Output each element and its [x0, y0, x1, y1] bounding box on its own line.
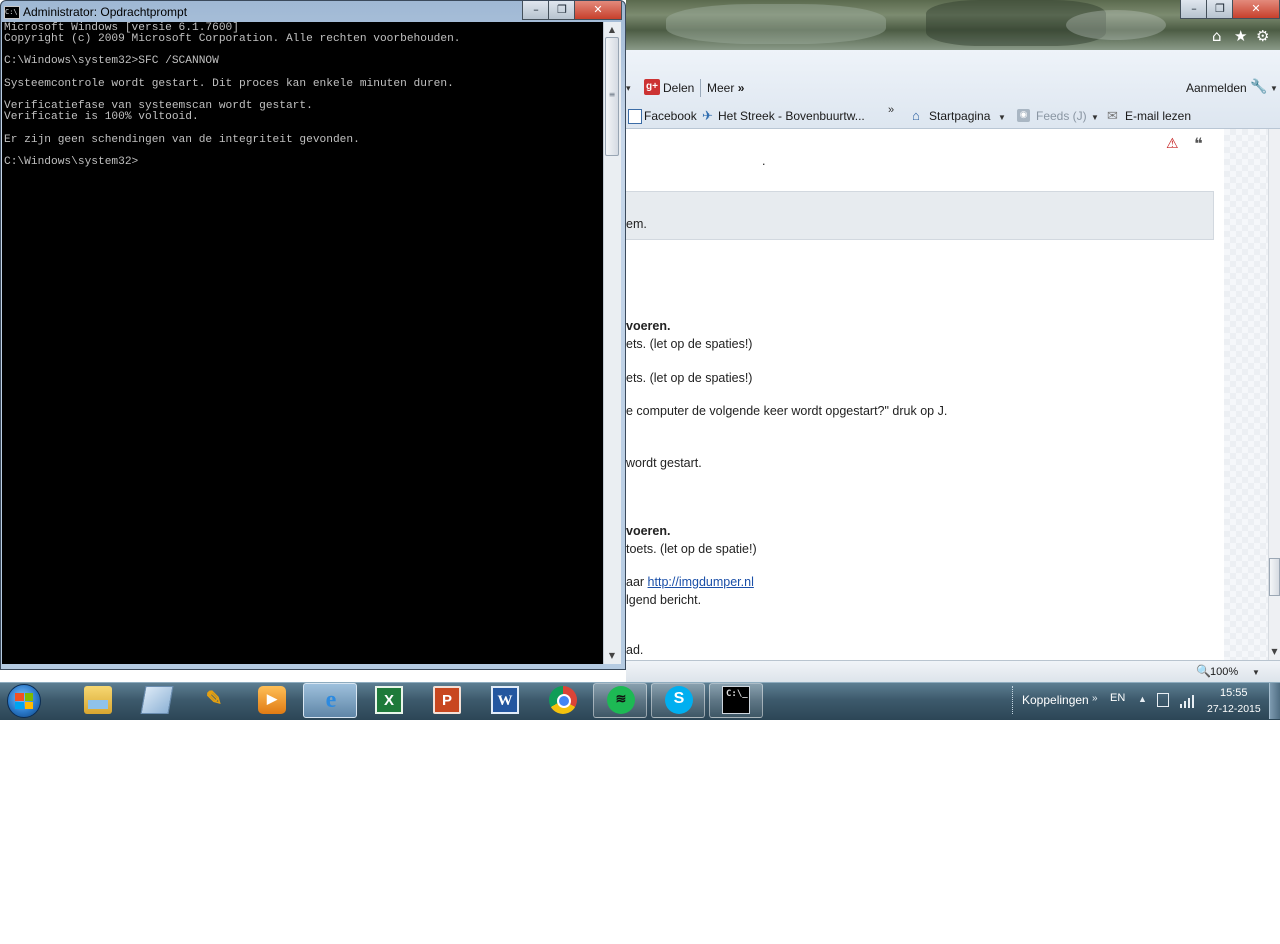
chevron-down-icon[interactable]: ▼: [1270, 81, 1278, 97]
chevron-down-icon[interactable]: ▼: [998, 110, 1006, 126]
web-slice-icon: ✈: [702, 108, 713, 123]
command-prompt-icon[interactable]: C:\: [4, 6, 20, 19]
mail-icon: ✉: [1107, 108, 1118, 123]
instruction-line: wordt gestart.: [626, 456, 702, 470]
word-icon[interactable]: W: [491, 686, 519, 714]
chrome-icon[interactable]: [549, 686, 577, 714]
chevron-down-icon[interactable]: ▼: [1252, 665, 1260, 681]
console-line: Verificatie is 100% voltooid.: [4, 111, 199, 123]
instruction-heading: voeren.: [626, 319, 671, 333]
browser-titlebar: – ❐ ✕ ⌂ ★ ⚙: [626, 0, 1280, 50]
toolbar-divider: [700, 79, 701, 97]
browser-maximize-button[interactable]: ❐: [1206, 0, 1234, 19]
browser-scroll-thumb[interactable]: [1269, 558, 1280, 596]
double-chevron-right-icon: »: [737, 81, 745, 95]
instruction-line: e computer de volgende keer wordt opgest…: [626, 404, 948, 418]
console-line: Systeemcontrole wordt gestart. Dit proce…: [4, 78, 454, 90]
instruction-line: ets. (let op de spaties!): [626, 337, 753, 351]
minimize-button[interactable]: –: [522, 1, 550, 20]
imgdumper-link[interactable]: http://imgdumper.nl: [648, 575, 754, 589]
browser-toolbar: ▾ g+ Delen Meer » Aanmelden 🔧 ▼ Facebook…: [626, 50, 1280, 129]
window-title: Administrator: Opdrachtprompt: [23, 5, 188, 19]
command-prompt-icon[interactable]: C:\_: [722, 686, 750, 714]
browser-minimize-button[interactable]: –: [1180, 0, 1208, 19]
more-button[interactable]: Meer »: [707, 80, 744, 96]
info-box-text: em.: [626, 217, 647, 231]
close-button[interactable]: ✕: [574, 1, 622, 20]
console-output[interactable]: Microsoft Windows [versie 6.1.7600] Copy…: [2, 22, 603, 664]
zoom-level[interactable]: 100%: [1210, 664, 1238, 680]
toolbar-chevron-icon[interactable]: »: [1092, 693, 1098, 704]
feeds-button[interactable]: Feeds (J): [1036, 108, 1087, 124]
sticky-notes-icon[interactable]: [140, 686, 174, 714]
paint-icon[interactable]: ✎: [200, 686, 228, 714]
instruction-heading: voeren.: [626, 524, 671, 538]
favorite-het-streek[interactable]: Het Streek - Bovenbuurtw...: [718, 108, 865, 124]
page-icon: [628, 109, 642, 124]
instruction-line: toets. (let op de spatie!): [626, 542, 757, 556]
power-plug-icon[interactable]: [1157, 693, 1169, 707]
browser-status-bar: [626, 660, 1280, 682]
link-prefix: aar: [626, 575, 648, 589]
scroll-grip-icon: ≡: [608, 90, 616, 99]
share-icon: g+: [644, 79, 660, 95]
show-desktop-button[interactable]: [1269, 683, 1280, 719]
maximize-button[interactable]: ❐: [548, 1, 576, 20]
home-icon[interactable]: ⌂: [1212, 28, 1222, 44]
scroll-down-arrow-icon[interactable]: ▼: [1269, 647, 1280, 659]
internet-explorer-icon[interactable]: e: [317, 686, 345, 714]
network-signal-icon[interactable]: [1180, 694, 1196, 708]
report-warning-icon[interactable]: ⚠: [1166, 136, 1179, 152]
page-content: ⚠ ❝ . em. voeren. ets. (let op de spatie…: [626, 129, 1224, 660]
clock-date[interactable]: 27-12-2015: [1207, 703, 1261, 715]
favorite-facebook[interactable]: Facebook: [644, 108, 697, 124]
instruction-line: lgend bericht.: [626, 593, 702, 607]
folder-icon[interactable]: [84, 686, 112, 714]
rss-feed-icon: ◉: [1017, 109, 1030, 122]
console-line: Copyright (c) 2009 Microsoft Corporation…: [4, 33, 461, 45]
wrench-icon[interactable]: 🔧: [1250, 78, 1267, 94]
media-player-icon[interactable]: ▶: [258, 686, 286, 714]
quote-icon[interactable]: ❝: [1194, 134, 1203, 153]
powerpoint-icon[interactable]: P: [433, 686, 461, 714]
instruction-line: ad.: [626, 643, 644, 657]
links-toolbar[interactable]: Koppelingen: [1022, 693, 1089, 707]
favorites-star-icon[interactable]: ★: [1234, 28, 1247, 44]
page-side-rail: [1224, 129, 1268, 660]
instruction-line: ets. (let op de spaties!): [626, 371, 753, 385]
windows-logo-icon: [15, 693, 33, 709]
chevron-down-icon[interactable]: ▼: [1091, 110, 1099, 126]
more-label: Meer: [707, 81, 735, 95]
scroll-down-arrow-icon[interactable]: ▼: [604, 649, 620, 663]
excel-icon[interactable]: X: [375, 686, 403, 714]
skype-icon[interactable]: S: [665, 686, 693, 714]
command-prompt-window[interactable]: C:\ Administrator: Opdrachtprompt – ❐ ✕ …: [0, 0, 626, 670]
read-email-button[interactable]: E-mail lezen: [1125, 108, 1191, 124]
share-button[interactable]: Delen: [663, 80, 694, 96]
favorites-overflow-icon[interactable]: »: [888, 102, 894, 118]
console-prompt: C:\Windows\system32>: [4, 156, 139, 168]
scroll-up-arrow-icon[interactable]: ▲: [604, 23, 620, 37]
show-hidden-icons-icon[interactable]: ▲: [1138, 694, 1147, 704]
clock-time[interactable]: 15:55: [1220, 687, 1248, 699]
spotify-icon[interactable]: ≋: [607, 686, 635, 714]
taskbar-divider: [1012, 686, 1017, 714]
link-line: aar http://imgdumper.nl: [626, 574, 754, 590]
browser-window: – ❐ ✕ ⌂ ★ ⚙ ▾ g+ Delen Meer » Aanmelden …: [626, 0, 1280, 682]
console-line: C:\Windows\system32>SFC /SCANNOW: [4, 55, 219, 67]
browser-close-button[interactable]: ✕: [1232, 0, 1280, 19]
content-dot: .: [762, 154, 766, 168]
info-box: [626, 191, 1214, 240]
console-line: Er zijn geen schendingen van de integrit…: [4, 134, 360, 146]
toolbar-dropdown-arrow-icon[interactable]: ▾: [626, 80, 631, 96]
language-indicator[interactable]: EN: [1110, 692, 1125, 704]
startpagina-button[interactable]: Startpagina: [929, 108, 990, 124]
zoom-magnifier-icon[interactable]: 🔍: [1196, 664, 1211, 678]
gear-icon[interactable]: ⚙: [1256, 28, 1269, 44]
house-icon: ⌂: [912, 108, 920, 123]
sign-in-button[interactable]: Aanmelden: [1186, 80, 1247, 96]
